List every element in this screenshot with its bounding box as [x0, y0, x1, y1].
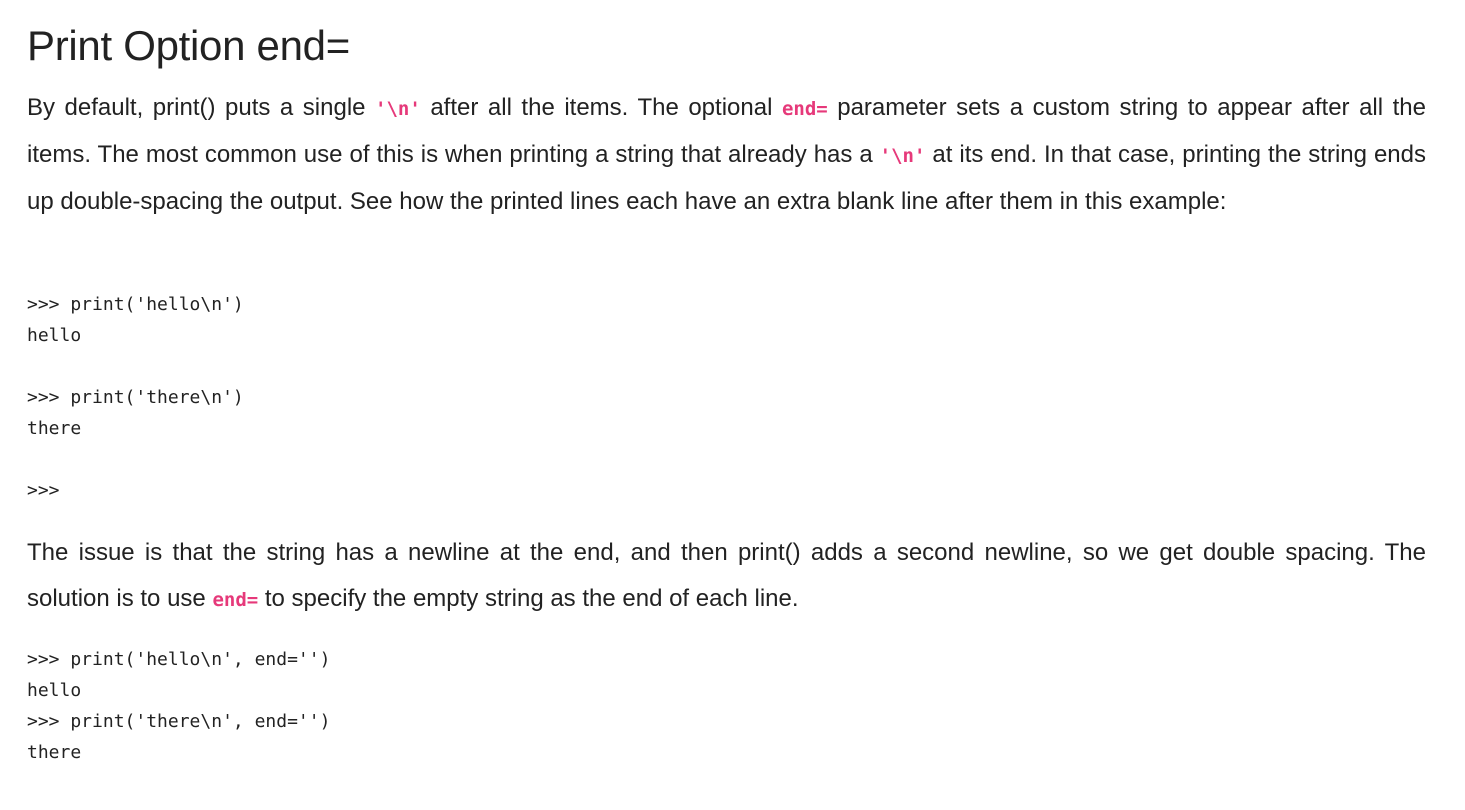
code-example-end-param: >>> print('hello\n', end='') hello >>> p…: [27, 644, 330, 768]
code-line: >>> print('there\n'): [27, 387, 244, 408]
code-line: there: [27, 742, 82, 763]
code-example-double-spacing: >>> print('hello\n') hello >>> print('th…: [27, 289, 244, 506]
inline-code-newline: '\n': [375, 98, 421, 120]
inline-code-end: end=: [781, 98, 828, 120]
code-line: >>>: [27, 480, 60, 501]
para1-text-1: By default, print() puts a single: [27, 94, 376, 121]
solution-paragraph: The issue is that the string has a newli…: [27, 530, 1426, 623]
page-title: Print Option end=: [27, 22, 350, 69]
para2-text-2: to specify the empty string as the end o…: [258, 585, 799, 612]
inline-code-newline: '\n': [879, 145, 926, 167]
code-line: >>> print('hello\n'): [27, 294, 244, 315]
para1-text-2: after all the items. The optional: [420, 94, 782, 121]
code-line: hello: [27, 325, 82, 346]
code-line: there: [27, 418, 82, 439]
code-line: >>> print('hello\n', end=''): [27, 649, 331, 670]
inline-code-end: end=: [212, 589, 259, 611]
code-line: >>> print('there\n', end=''): [27, 711, 331, 732]
intro-paragraph: By default, print() puts a single '\n' a…: [27, 85, 1426, 225]
code-line: hello: [27, 680, 82, 701]
